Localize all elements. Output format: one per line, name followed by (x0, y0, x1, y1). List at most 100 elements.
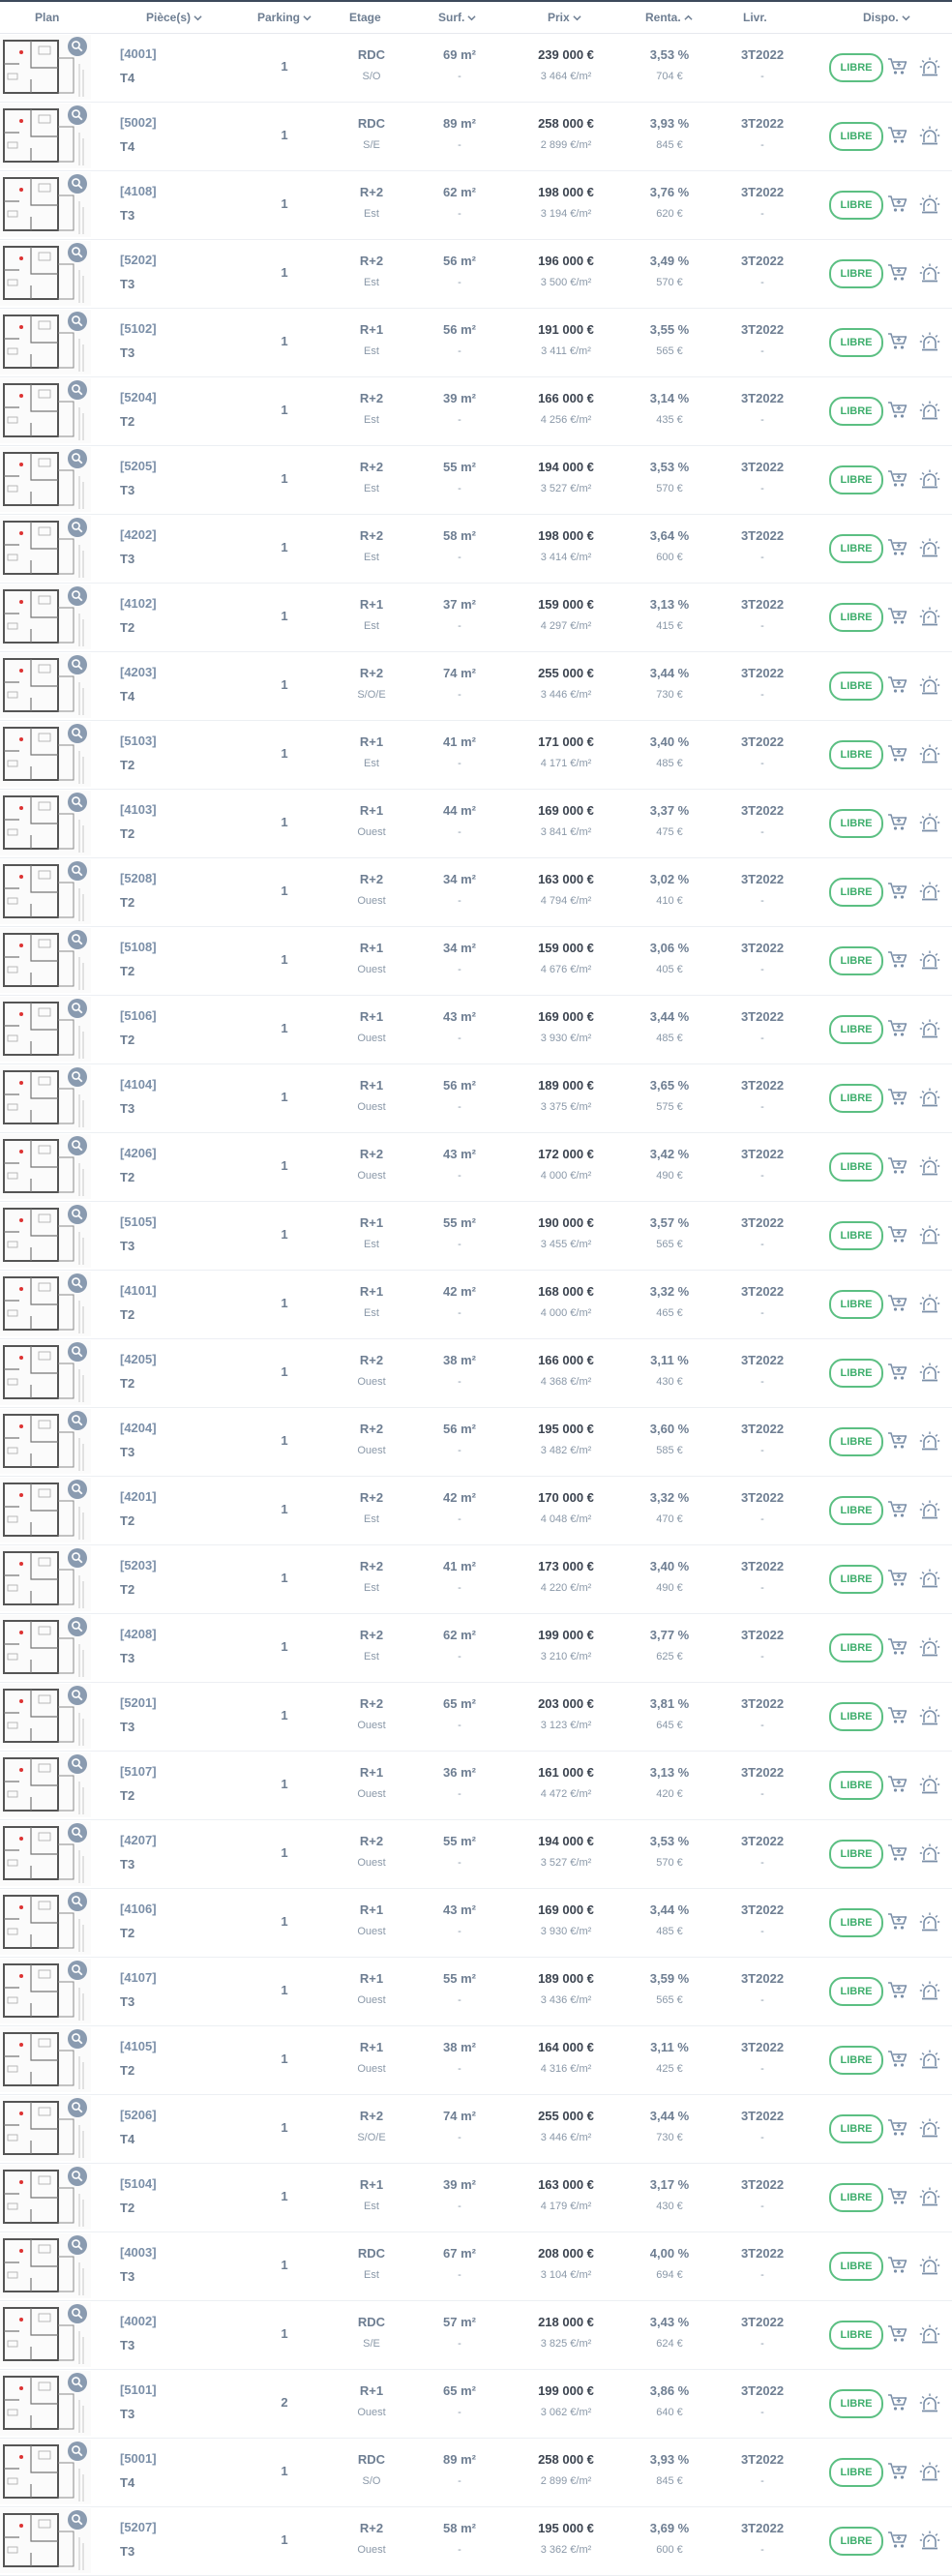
alarm-light-icon[interactable] (919, 743, 940, 764)
alarm-light-icon[interactable] (919, 1636, 940, 1658)
lot-number-link[interactable]: [4108] (120, 184, 157, 198)
lot-number-link[interactable]: [5201] (120, 1695, 157, 1710)
magnifier-icon[interactable] (68, 243, 87, 262)
alarm-light-icon[interactable] (919, 2530, 940, 2551)
sort-rentabilite-button[interactable]: Renta. (645, 2, 693, 33)
lot-number-link[interactable]: [5104] (120, 2176, 157, 2191)
availability-badge[interactable]: LIBRE (829, 2114, 883, 2143)
alarm-light-icon[interactable] (919, 194, 940, 215)
floor-plan-thumbnail[interactable] (0, 1272, 91, 1336)
floor-plan-thumbnail[interactable] (0, 584, 91, 649)
magnifier-icon[interactable] (68, 2441, 87, 2461)
floor-plan-thumbnail[interactable] (0, 516, 91, 581)
alarm-light-icon[interactable] (919, 2392, 940, 2413)
alarm-light-icon[interactable] (919, 2255, 940, 2276)
lot-number-link[interactable]: [5207] (120, 2520, 157, 2534)
alarm-light-icon[interactable] (919, 1774, 940, 1795)
lot-number-link[interactable]: [4102] (120, 596, 157, 611)
lot-number-link[interactable]: [5202] (120, 253, 157, 267)
magnifier-icon[interactable] (68, 105, 87, 125)
alarm-light-icon[interactable] (919, 1980, 940, 2001)
floor-plan-thumbnail[interactable] (0, 791, 91, 855)
alarm-light-icon[interactable] (919, 1293, 940, 1314)
magnifier-icon[interactable] (68, 999, 87, 1018)
magnifier-icon[interactable] (68, 1892, 87, 1911)
lot-number-link[interactable]: [4002] (120, 2314, 157, 2328)
floor-plan-thumbnail[interactable] (0, 1684, 91, 1749)
floor-plan-thumbnail[interactable] (0, 1959, 91, 2023)
floor-plan-thumbnail[interactable] (0, 928, 91, 993)
magnifier-icon[interactable] (68, 1823, 87, 1842)
alarm-light-icon[interactable] (919, 1842, 940, 1864)
lot-number-link[interactable]: [4204] (120, 1421, 157, 1435)
alarm-light-icon[interactable] (919, 468, 940, 490)
floor-plan-thumbnail[interactable] (0, 378, 91, 443)
lot-number-link[interactable]: [5108] (120, 940, 157, 954)
availability-badge[interactable]: LIBRE (829, 2527, 883, 2556)
magnifier-icon[interactable] (68, 793, 87, 812)
floor-plan-thumbnail[interactable] (0, 104, 91, 168)
lot-number-link[interactable]: [5105] (120, 1214, 157, 1229)
availability-badge[interactable]: LIBRE (829, 2046, 883, 2075)
floor-plan-thumbnail[interactable] (0, 2302, 91, 2367)
magnifier-icon[interactable] (68, 1273, 87, 1293)
lot-number-link[interactable]: [4107] (120, 1970, 157, 1985)
floor-plan-thumbnail[interactable] (0, 2165, 91, 2230)
availability-badge[interactable]: LIBRE (829, 53, 883, 82)
alarm-light-icon[interactable] (919, 1499, 940, 1520)
availability-badge[interactable]: LIBRE (829, 122, 883, 151)
magnifier-icon[interactable] (68, 449, 87, 468)
magnifier-icon[interactable] (68, 2235, 87, 2255)
cart-plus-icon[interactable] (887, 1088, 908, 1107)
alarm-light-icon[interactable] (919, 606, 940, 627)
alarm-light-icon[interactable] (919, 262, 940, 284)
availability-badge[interactable]: LIBRE (829, 740, 883, 769)
availability-badge[interactable]: LIBRE (829, 328, 883, 357)
alarm-light-icon[interactable] (919, 537, 940, 558)
cart-plus-icon[interactable] (887, 1500, 908, 1519)
cart-plus-icon[interactable] (887, 195, 908, 214)
alarm-light-icon[interactable] (919, 1018, 940, 1039)
availability-badge[interactable]: LIBRE (829, 603, 883, 632)
magnifier-icon[interactable] (68, 380, 87, 400)
lot-number-link[interactable]: [5102] (120, 321, 157, 336)
floor-plan-thumbnail[interactable] (0, 859, 91, 924)
cart-plus-icon[interactable] (887, 675, 908, 695)
magnifier-icon[interactable] (68, 1617, 87, 1636)
magnifier-icon[interactable] (68, 2373, 87, 2392)
alarm-light-icon[interactable] (919, 1568, 940, 1589)
availability-badge[interactable]: LIBRE (829, 1633, 883, 1662)
lot-number-link[interactable]: [5107] (120, 1764, 157, 1779)
alarm-light-icon[interactable] (919, 1911, 940, 1932)
cart-plus-icon[interactable] (887, 950, 908, 970)
magnifier-icon[interactable] (68, 174, 87, 194)
floor-plan-thumbnail[interactable] (0, 2027, 91, 2092)
availability-badge[interactable]: LIBRE (829, 397, 883, 426)
availability-badge[interactable]: LIBRE (829, 1153, 883, 1182)
cart-plus-icon[interactable] (887, 1431, 908, 1451)
magnifier-icon[interactable] (68, 861, 87, 881)
magnifier-icon[interactable] (68, 2029, 87, 2049)
magnifier-icon[interactable] (68, 1961, 87, 1980)
cart-plus-icon[interactable] (887, 2462, 908, 2481)
lot-number-link[interactable]: [5208] (120, 871, 157, 885)
availability-badge[interactable]: LIBRE (829, 1015, 883, 1044)
lot-number-link[interactable]: [4201] (120, 1489, 157, 1504)
cart-plus-icon[interactable] (887, 2050, 908, 2069)
cart-plus-icon[interactable] (887, 469, 908, 489)
lot-number-link[interactable]: [4106] (120, 1902, 157, 1916)
lot-number-link[interactable]: [4205] (120, 1352, 157, 1366)
availability-badge[interactable]: LIBRE (829, 672, 883, 701)
alarm-light-icon[interactable] (919, 1705, 940, 1726)
availability-badge[interactable]: LIBRE (829, 809, 883, 838)
floor-plan-thumbnail[interactable] (0, 722, 91, 787)
floor-plan-thumbnail[interactable] (0, 1340, 91, 1405)
sort-pieces-button[interactable]: Pièce(s) (146, 2, 202, 33)
cart-plus-icon[interactable] (887, 1912, 908, 1932)
magnifier-icon[interactable] (68, 1411, 87, 1430)
magnifier-icon[interactable] (68, 312, 87, 331)
floor-plan-thumbnail[interactable] (0, 2096, 91, 2161)
cart-plus-icon[interactable] (887, 1225, 908, 1244)
floor-plan-thumbnail[interactable] (0, 1409, 91, 1474)
lot-number-link[interactable]: [4101] (120, 1283, 157, 1298)
